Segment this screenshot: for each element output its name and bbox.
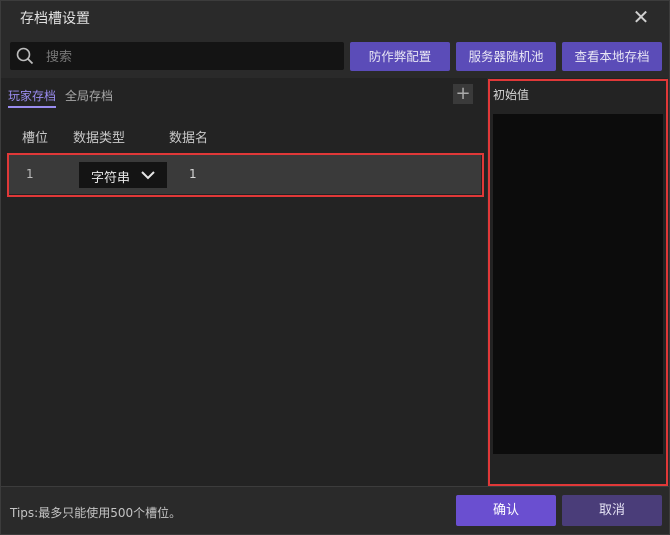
- save-slot-settings-dialog: 存档槽设置 ✕ 防作弊配置 服务器随机池 查看本地存档 玩家存档 全局存档 + …: [0, 0, 670, 535]
- footer-divider: [1, 486, 669, 487]
- tab-player-saves[interactable]: 玩家存档: [8, 87, 57, 108]
- plus-icon[interactable]: +: [453, 84, 473, 104]
- slot-list-panel: 玩家存档 全局存档 + 槽位 数据类型 数据名 1 字符串 1: [1, 78, 487, 486]
- search-icon: [16, 47, 34, 65]
- cancel-button[interactable]: 取消: [562, 495, 662, 526]
- detail-highlight-frame: [488, 79, 668, 486]
- server-random-pool-button[interactable]: 服务器随机池: [456, 42, 556, 71]
- row-highlight-frame: [7, 153, 484, 197]
- anti-cheat-config-button[interactable]: 防作弊配置: [350, 42, 450, 71]
- search-input[interactable]: [44, 42, 338, 72]
- column-header-data-type: 数据类型: [73, 131, 126, 146]
- close-icon[interactable]: ✕: [631, 7, 651, 27]
- search-box[interactable]: [10, 42, 344, 72]
- column-header-data-name: 数据名: [169, 131, 209, 146]
- tips-text: Tips:最多只能使用500个槽位。: [10, 506, 182, 520]
- dialog-title: 存档槽设置: [20, 11, 90, 27]
- column-header-slot: 槽位: [22, 131, 49, 146]
- tab-global-saves[interactable]: 全局存档: [65, 87, 113, 104]
- confirm-button[interactable]: 确认: [456, 495, 556, 526]
- view-local-saves-button[interactable]: 查看本地存档: [562, 42, 662, 71]
- title-bar: 存档槽设置 ✕: [1, 1, 669, 33]
